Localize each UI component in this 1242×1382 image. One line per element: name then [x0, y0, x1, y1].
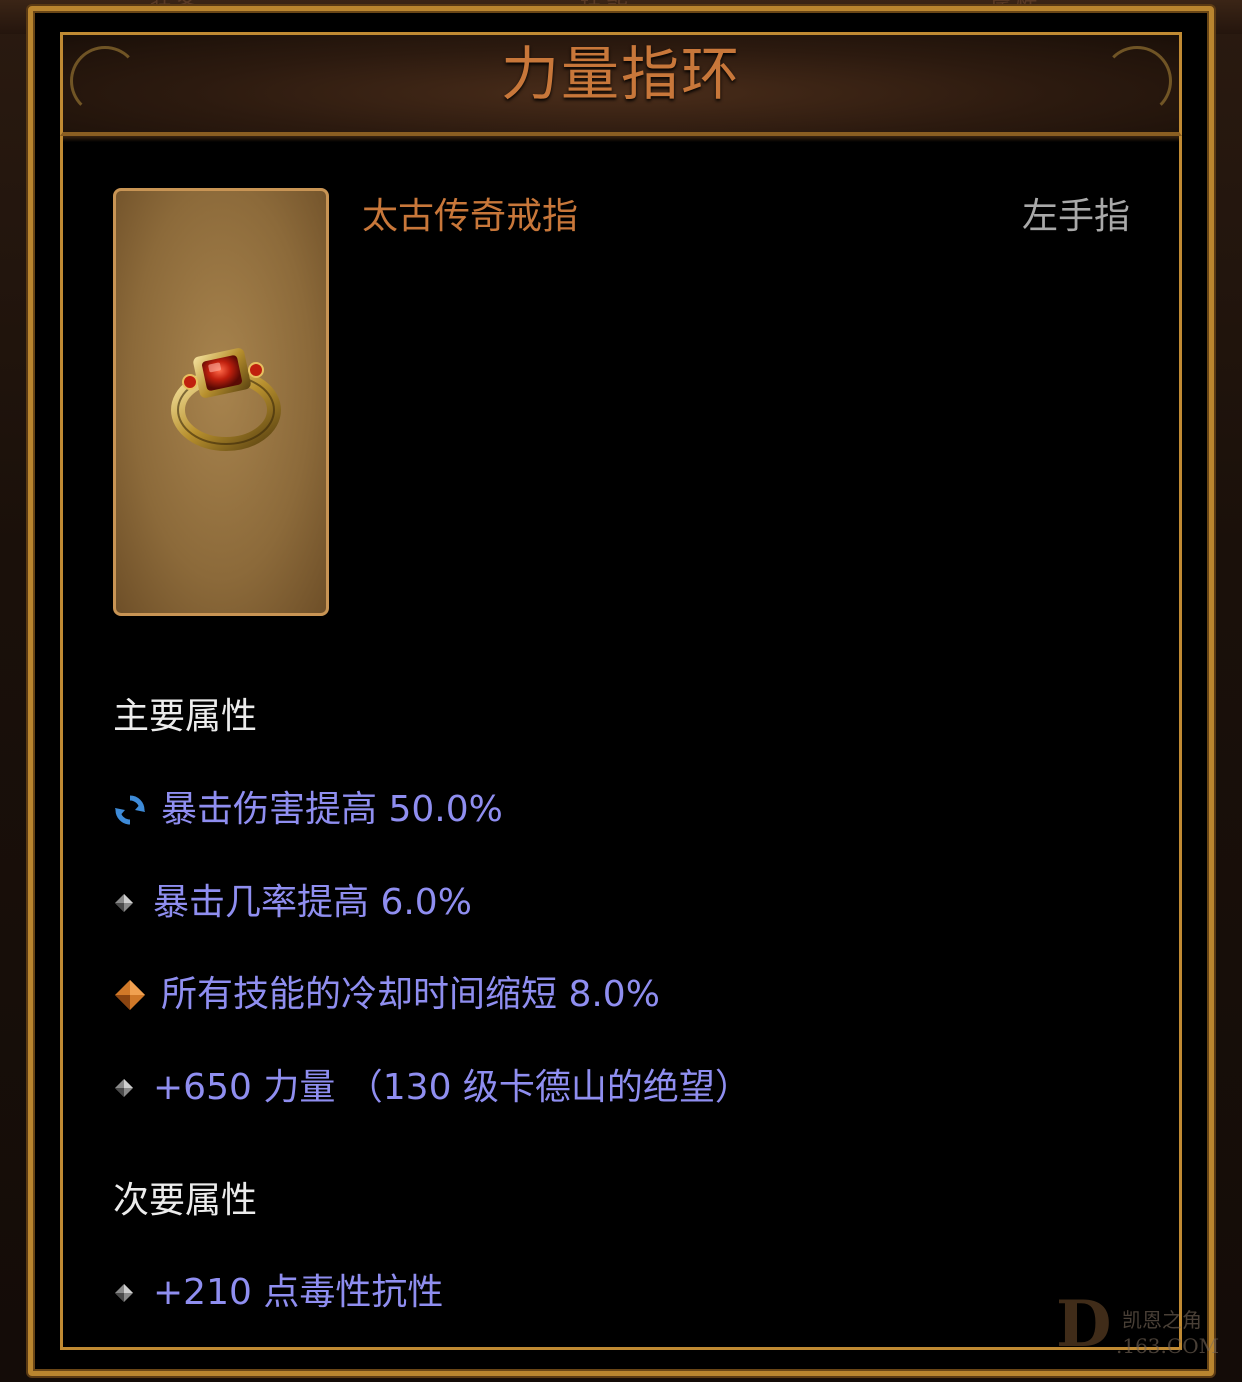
primary-attributes-heading: 主要属性	[113, 696, 258, 737]
secondary-attributes-heading: 次要属性	[113, 1180, 258, 1221]
legendary-affix-icon	[113, 978, 147, 1012]
primary-attribute-row: +650 力量 （130 级卡德山的绝望）	[113, 1060, 751, 1116]
attribute-text: +210 点毒性抗性	[153, 1272, 444, 1313]
ring-icon	[171, 348, 281, 451]
diamond-bullet-icon	[113, 1077, 135, 1099]
primary-attribute-row: 暴击伤害提高 50.0%	[113, 782, 503, 838]
diamond-bullet-icon	[113, 1282, 135, 1304]
attribute-text: 所有技能的冷却时间缩短 8.0%	[161, 974, 660, 1015]
attribute-text: +650 力量 （130 级卡德山的绝望）	[153, 1067, 751, 1108]
primary-attribute-row: 所有技能的冷却时间缩短 8.0%	[113, 967, 660, 1023]
item-name: 力量指环	[500, 40, 741, 108]
watermark-site-domain: .163.COM	[1116, 1334, 1220, 1358]
watermark-site-name: 凯恩之角	[1122, 1308, 1202, 1332]
primary-attribute-row: 暴击几率提高 6.0%	[113, 875, 472, 931]
item-slot: 左手指	[1021, 196, 1130, 237]
site-watermark: D 凯恩之角 .163.COM	[1050, 1288, 1230, 1368]
watermark-logo-letter: D	[1056, 1287, 1112, 1362]
attribute-text: 暴击伤害提高 50.0%	[161, 789, 503, 830]
enchant-cycle-icon	[113, 793, 147, 827]
diamond-bullet-icon	[113, 892, 135, 914]
attribute-text: 暴击几率提高 6.0%	[153, 882, 472, 923]
item-type: 太古传奇戒指	[362, 196, 579, 237]
secondary-attribute-row: +210 点毒性抗性	[113, 1265, 443, 1321]
